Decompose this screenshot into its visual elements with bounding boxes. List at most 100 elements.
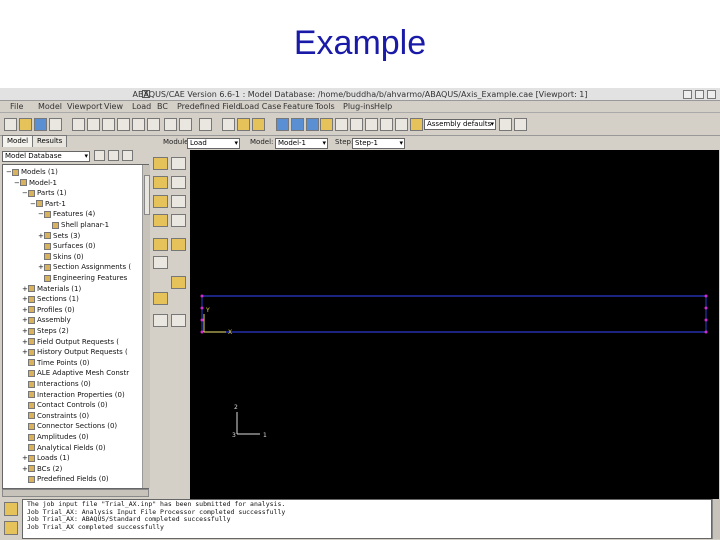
create-field-icon[interactable] [153, 195, 168, 208]
create-surface-icon[interactable] [171, 238, 186, 251]
tree-item[interactable]: + Loads (1) [22, 453, 70, 463]
menu-item-bc[interactable]: BC [157, 102, 168, 111]
menu-item-predefined-field[interactable]: Predefined Field [177, 102, 241, 111]
load-manager-icon[interactable] [171, 157, 186, 170]
menu-item-load-case[interactable]: Load Case [240, 102, 281, 111]
tree-item[interactable]: Engineering Features [38, 273, 127, 283]
render-shaded-icon[interactable] [237, 118, 250, 131]
tree-item[interactable]: + Materials (1) [22, 284, 81, 294]
tree-expand-icon[interactable] [108, 150, 119, 161]
tree-scroll-thumb[interactable] [144, 175, 150, 215]
amplitude-icon[interactable] [153, 256, 168, 269]
tree-item[interactable]: Skins (0) [38, 252, 84, 262]
auto-fit-icon[interactable] [147, 118, 160, 131]
query-assembly-icon[interactable] [499, 118, 512, 131]
tree-item[interactable]: Time Points (0) [22, 358, 90, 368]
display-group-icon[interactable] [320, 118, 333, 131]
add-selected-icon[interactable] [365, 118, 378, 131]
create-load-case-icon[interactable] [153, 214, 168, 227]
datum-axis-icon[interactable] [171, 314, 186, 327]
tree-item[interactable]: + Profiles (0) [22, 305, 75, 315]
model-combo[interactable]: Model-1 [275, 138, 328, 149]
window-menu-icon[interactable]: X [142, 90, 150, 98]
help-cursor-icon[interactable] [514, 118, 527, 131]
menu-item-view[interactable]: View [104, 102, 123, 111]
tree-item[interactable]: Amplitudes (0) [22, 432, 89, 442]
tree-horizontal-scrollbar[interactable] [2, 489, 149, 497]
menu-item-file[interactable]: File [10, 102, 23, 111]
zoom-box-icon[interactable] [132, 118, 145, 131]
remove-selected-icon[interactable] [350, 118, 363, 131]
assembly-defaults-combo[interactable]: Assembly defaults [424, 119, 496, 130]
query-icon[interactable] [306, 118, 319, 131]
create-bc-icon[interactable] [153, 176, 168, 189]
maximize-button[interactable] [695, 90, 704, 99]
render-hidden-icon[interactable] [222, 118, 235, 131]
tree-item[interactable]: − Model-1 [14, 178, 57, 188]
message-area-icon[interactable] [4, 502, 18, 516]
create-set-icon[interactable] [153, 238, 168, 251]
tree-item[interactable]: + Sets (3) [38, 231, 80, 241]
menu-item-plug-ins[interactable]: Plug-ins [343, 102, 375, 111]
tree-item[interactable]: + Sections (1) [22, 294, 79, 304]
magnify-icon[interactable] [117, 118, 130, 131]
datum-point-icon[interactable] [153, 314, 168, 327]
tree-item[interactable]: ALE Adaptive Mesh Constr [22, 368, 129, 378]
tab-results[interactable]: Results [32, 135, 68, 147]
print-icon[interactable] [49, 118, 62, 131]
view-front-icon[interactable] [164, 118, 177, 131]
cube-view-icon[interactable] [276, 118, 289, 131]
tree-item[interactable]: Connector Sections (0) [22, 421, 117, 431]
translucency-icon[interactable] [252, 118, 265, 131]
tree-item[interactable]: − Models (1) [6, 167, 58, 177]
tree-collapse-icon[interactable] [122, 150, 133, 161]
tree-item[interactable]: + Assembly [22, 315, 71, 325]
tree-item[interactable]: Contact Controls (0) [22, 400, 108, 410]
tree-item[interactable]: + History Output Requests ( [22, 347, 128, 357]
tab-model[interactable]: Model [2, 135, 34, 147]
view-iso-icon[interactable] [179, 118, 192, 131]
tree-item[interactable]: Shell planar-1 [46, 220, 109, 230]
tree-item[interactable]: − Features (4) [38, 209, 95, 219]
assembly-icon[interactable] [410, 118, 423, 131]
field-manager-icon[interactable] [171, 195, 186, 208]
tree-item[interactable]: + Field Output Requests ( [22, 337, 119, 347]
menu-item-feature[interactable]: Feature [283, 102, 313, 111]
module-combo[interactable]: Load [187, 138, 240, 149]
bc-manager-icon[interactable] [171, 176, 186, 189]
load-case-manager-icon[interactable] [171, 214, 186, 227]
tree-item[interactable]: − Part-1 [30, 199, 66, 209]
message-scrollbar[interactable] [712, 499, 720, 539]
new-icon[interactable] [4, 118, 17, 131]
query-tool-icon[interactable] [153, 292, 168, 305]
view-manager-icon[interactable] [291, 118, 304, 131]
rotate-icon[interactable] [102, 118, 115, 131]
render-wireframe-icon[interactable] [199, 118, 212, 131]
tree-item[interactable]: + BCs (2) [22, 464, 62, 474]
tree-item[interactable]: Surfaces (0) [38, 241, 95, 251]
tree-item[interactable]: Analytical Fields (0) [22, 443, 106, 453]
tree-vertical-scrollbar[interactable] [142, 165, 150, 488]
csys-icon[interactable] [171, 276, 186, 289]
color-code-icon[interactable] [395, 118, 408, 131]
replace-selected-icon[interactable] [335, 118, 348, 131]
tree-item[interactable]: − Parts (1) [22, 188, 67, 198]
pan-icon[interactable] [87, 118, 100, 131]
tree-item[interactable]: + Steps (2) [22, 326, 69, 336]
replace-all-icon[interactable] [380, 118, 393, 131]
model-database-combo[interactable]: Model Database [2, 151, 90, 162]
select-icon[interactable] [72, 118, 85, 131]
tree-filter-icon[interactable] [94, 150, 105, 161]
menu-item-help[interactable]: Help [374, 102, 392, 111]
menu-item-viewport[interactable]: Viewport [67, 102, 102, 111]
tree-item[interactable]: Constraints (0) [22, 411, 89, 421]
tree-item[interactable]: Interaction Properties (0) [22, 390, 125, 400]
menu-item-model[interactable]: Model [38, 102, 62, 111]
command-line-icon[interactable] [4, 521, 18, 535]
save-icon[interactable] [34, 118, 47, 131]
create-load-icon[interactable] [153, 157, 168, 170]
menu-item-load[interactable]: Load [132, 102, 151, 111]
tree-item[interactable]: Predefined Fields (0) [22, 474, 109, 484]
viewport-canvas[interactable]: Y X 2 3 1 [190, 150, 719, 503]
close-button[interactable] [707, 90, 716, 99]
